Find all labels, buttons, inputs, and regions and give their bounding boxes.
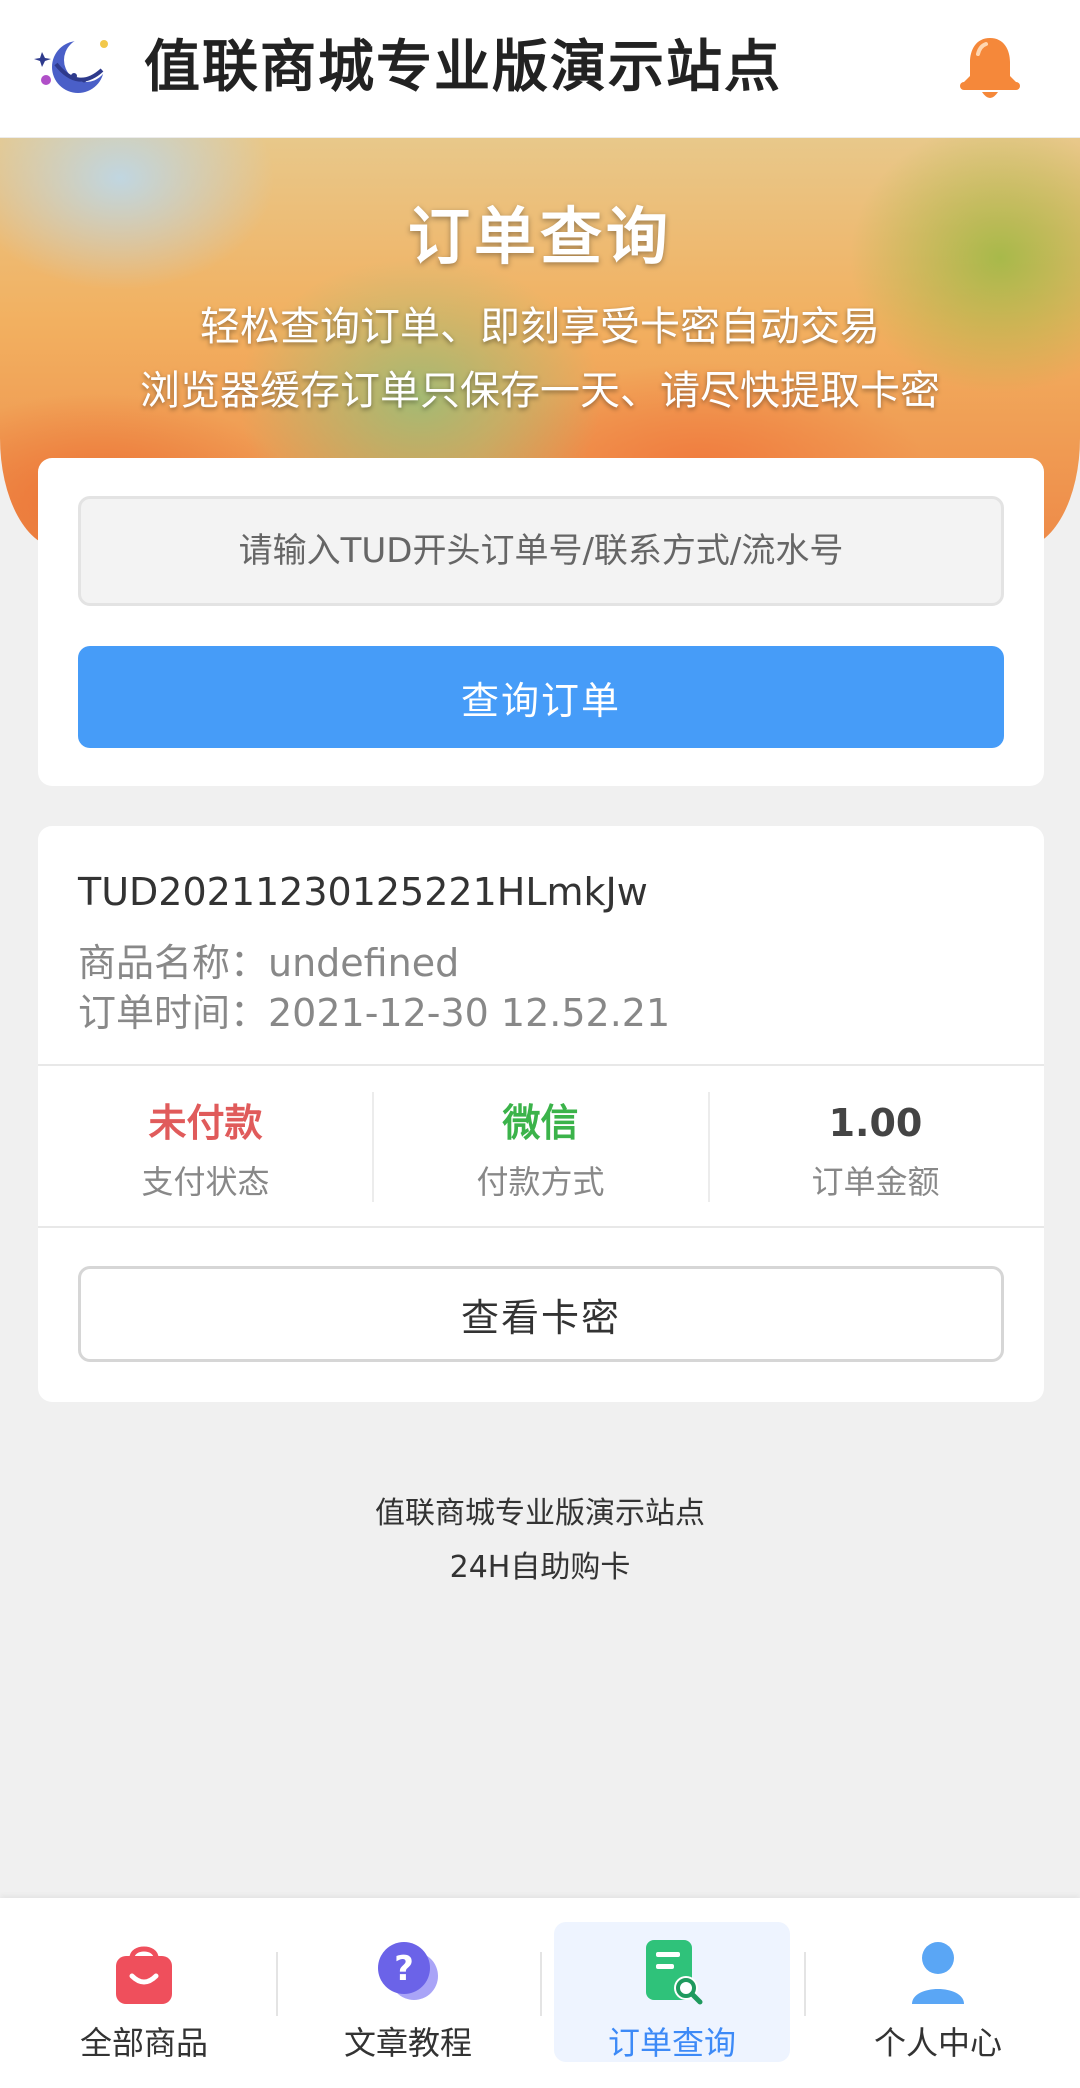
nav-label: 全部商品 bbox=[79, 2024, 208, 2062]
nav-label: 订单查询 bbox=[607, 2024, 736, 2062]
user-profile-icon bbox=[912, 1942, 964, 2004]
payment-status-label: 支付状态 bbox=[141, 1163, 270, 1201]
order-search-icon bbox=[646, 1940, 703, 2005]
order-amount-label: 订单金额 bbox=[811, 1163, 940, 1201]
top-header: 值联商城专业版演示站点 bbox=[0, 0, 1080, 138]
order-search-input[interactable] bbox=[78, 496, 1004, 606]
payment-method-value: 微信 bbox=[502, 1101, 579, 1145]
banner-subtitle-line1: 轻松查询订单、即刻享受卡密自动交易 bbox=[200, 304, 880, 350]
banner-subtitle-line2: 浏览器缓存订单只保存一天、请尽快提取卡密 bbox=[140, 368, 940, 414]
payment-status-stat: 未付款 支付状态 bbox=[38, 1098, 373, 1204]
nav-divider bbox=[276, 1952, 278, 2016]
nav-label: 文章教程 bbox=[343, 2024, 472, 2062]
order-card: TUD20211230125221HLmkJw 商品名称：undefined 订… bbox=[38, 826, 1044, 1402]
nav-item-user-center[interactable]: 个人中心 bbox=[820, 1922, 1056, 2062]
shopping-bag-icon bbox=[116, 1946, 172, 2004]
query-order-button[interactable]: 查询订单 bbox=[78, 646, 1004, 748]
svg-text:?: ? bbox=[394, 1949, 414, 1989]
order-amount-value: 1.00 bbox=[828, 1101, 923, 1145]
order-id: TUD20211230125221HLmkJw bbox=[78, 870, 648, 914]
bottom-nav: 全部商品 ? 文章教程 订单查询 个人中心 bbox=[0, 1898, 1080, 2088]
banner-title: 订单查询 bbox=[407, 200, 672, 273]
nav-item-articles[interactable]: ? 文章教程 bbox=[290, 1922, 526, 2062]
bell-icon[interactable] bbox=[956, 34, 1024, 104]
divider bbox=[38, 1064, 1044, 1066]
nav-item-all-products[interactable]: 全部商品 bbox=[26, 1922, 262, 2062]
view-card-key-button[interactable]: 查看卡密 bbox=[78, 1266, 1004, 1362]
question-chat-icon: ? bbox=[378, 1942, 438, 2000]
footer-site-name: 值联商城专业版演示站点 bbox=[375, 1496, 705, 1531]
footer-tagline: 24H自助购卡 bbox=[449, 1550, 631, 1585]
nav-item-order-query[interactable]: 订单查询 bbox=[554, 1922, 790, 2062]
payment-method-stat: 微信 付款方式 bbox=[373, 1098, 708, 1204]
order-amount-stat: 1.00 订单金额 bbox=[708, 1098, 1043, 1204]
divider bbox=[38, 1226, 1044, 1228]
order-time-line: 订单时间：2021-12-30 12.52.21 bbox=[78, 991, 671, 1035]
moon-planet-logo-icon[interactable] bbox=[34, 34, 118, 100]
product-name-line: 商品名称：undefined bbox=[78, 941, 460, 985]
nav-label: 个人中心 bbox=[873, 2024, 1002, 2062]
search-card: 查询订单 bbox=[38, 458, 1044, 786]
nav-divider bbox=[804, 1952, 806, 2016]
site-title: 值联商城专业版演示站点 bbox=[144, 35, 782, 100]
nav-divider bbox=[540, 1952, 542, 2016]
payment-method-label: 付款方式 bbox=[476, 1163, 605, 1201]
payment-status-value: 未付款 bbox=[148, 1101, 263, 1145]
